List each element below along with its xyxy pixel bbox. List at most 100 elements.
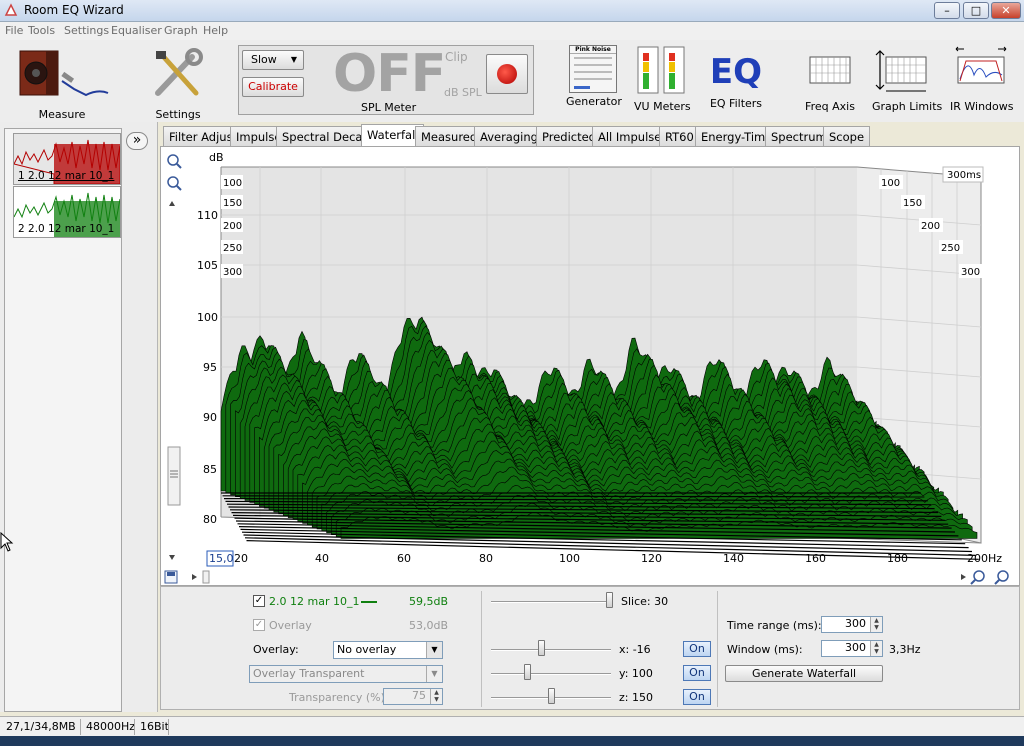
spl-meter-label: SPL Meter [361,101,417,114]
memory-status: 27,1/34,8MB [6,720,76,733]
generator-label: Generator [566,95,622,108]
menu-equaliser[interactable]: Equaliser [111,24,162,37]
horizontal-scrollbar[interactable] [164,570,1009,585]
scroll-down-icon[interactable] [169,555,175,560]
overlay-checkbox[interactable]: ✓ [253,619,265,631]
window-field[interactable]: 300 ▲ ▼ [821,640,883,657]
freq-axis-tool[interactable]: Freq Axis [804,45,856,113]
horizontal-scrollbar-thumb[interactable] [202,570,210,584]
tab-scope[interactable]: Scope [823,126,871,146]
eq-icon: EQ [709,52,763,92]
time-label-left-250: 250 [223,243,242,254]
slice-slider-thumb[interactable] [606,592,613,608]
time-range-spinner[interactable]: ▲ ▼ [870,617,882,632]
scroll-right-icon[interactable] [961,574,966,580]
time-label-right-150: 150 [903,198,922,209]
maximize-button[interactable]: □ [963,2,989,19]
slice-slider[interactable] [491,601,611,603]
y-tick-90: 90 [203,411,217,424]
tab-rt60[interactable]: RT60 [659,126,700,146]
y-tick-80: 80 [203,513,217,526]
transparency-value: 75 [412,689,426,702]
settings-tool[interactable]: Settings [148,45,208,121]
window-resolution: 3,3Hz [889,643,921,656]
ir-windows-tool[interactable]: IR Windows [950,45,1014,113]
zoom-in-horizontal-icon[interactable] [997,570,1009,582]
measurement-item-2[interactable]: 2 2.0 12 mar 10_1 [13,186,121,238]
menu-settings[interactable]: Settings [64,24,109,37]
menu-graph[interactable]: Graph [164,24,198,37]
waterfall-controls: ✓ 2.0 12 mar 10_1 59,5dB ✓ Overlay 53,0d… [160,586,1020,710]
sample-rate-status: 48000Hz [86,720,136,733]
status-divider [134,719,135,735]
y-tick-95: 95 [203,361,217,374]
measure-label: Measure [38,108,86,121]
zoom-in-vertical-icon[interactable] [167,154,179,166]
x-slider-thumb[interactable] [538,640,545,656]
waterfall-graph[interactable]: dB 110 105 100 95 90 85 80 100 150 200 2… [161,147,1021,587]
menu-help[interactable]: Help [203,24,228,37]
measure-tool[interactable]: Measure [14,45,110,121]
y-tick-110: 110 [197,209,218,222]
zoom-out-horizontal-icon[interactable] [973,570,985,582]
z-on-button[interactable]: On [683,689,711,705]
overlay-mode-select[interactable]: Overlay Transparent ▼ [249,665,443,683]
tab-measured[interactable]: Measured [415,126,484,146]
time-label-right-200: 200 [921,221,940,232]
spl-meter-panel: Slow ▼ Calibrate OFF Clip dB SPL SPL Met… [238,44,534,115]
close-button[interactable]: ✕ [991,2,1021,19]
x-tick-40: 40 [315,552,329,565]
generator-tool[interactable]: Pink Noise Generator [566,45,622,108]
measurement-checkbox[interactable]: ✓ [253,595,265,607]
menu-tools[interactable]: Tools [28,24,55,37]
x-tick-160: 160 [805,552,826,565]
overlay-select[interactable]: No overlay ▼ [333,641,443,659]
z-slider-thumb[interactable] [548,688,555,704]
time-label-left-150: 150 [223,198,242,209]
status-bar: 27,1/34,8MB 48000Hz 16Bit [0,716,1024,736]
x-tick-140: 140 [723,552,744,565]
status-divider [80,719,81,735]
time-label-left-100: 100 [223,178,242,189]
expand-panel-button[interactable]: » [126,132,148,150]
transparency-spinner[interactable]: ▲ ▼ [430,689,442,704]
tab-averaging[interactable]: Averaging [474,126,544,146]
vu-meters-tool[interactable]: VU Meters [634,45,691,113]
title-bar: Room EQ Wizard – □ ✕ [0,0,1024,22]
x-start-field[interactable]: 15,0 [209,552,234,565]
freq-axis-label: Freq Axis [805,100,855,113]
z-label: z: 150 [619,691,653,704]
overlay-label: Overlay [269,619,312,632]
eq-filters-label: EQ Filters [709,97,763,110]
vu-meters-label: VU Meters [634,100,691,113]
taskbar [0,736,1024,746]
window-spinner[interactable]: ▲ ▼ [870,641,882,656]
calibrate-button[interactable]: Calibrate [242,77,304,97]
graph-limits-tool[interactable]: Graph Limits [872,45,942,113]
x-slider[interactable] [491,649,611,651]
transparency-field[interactable]: 75 ▲ ▼ [383,688,443,705]
divider-1 [481,591,482,707]
scroll-left-icon[interactable] [192,574,197,580]
menu-file[interactable]: File [5,24,23,37]
minimize-button[interactable]: – [934,2,960,19]
vertical-scrollbar-thumb[interactable] [167,446,181,506]
x-tick-200hz: 200Hz [967,552,1002,565]
y-slider[interactable] [491,673,611,675]
measurement-item-1[interactable]: 1 2.0 12 mar 10_1 [13,133,121,185]
record-button[interactable] [486,54,528,94]
y-on-button[interactable]: On [683,665,711,681]
x-on-button[interactable]: On [683,641,711,657]
eq-filters-tool[interactable]: EQ EQ Filters [706,45,766,110]
generate-waterfall-button[interactable]: Generate Waterfall [725,665,883,682]
speed-dropdown[interactable]: Slow ▼ [242,50,304,70]
overlay-level: 53,0dB [409,619,449,632]
y-label: y: 100 [619,667,653,680]
spl-readout: OFF [333,44,446,104]
x-label: x: -16 [619,643,651,656]
scroll-up-icon[interactable] [169,201,175,206]
zoom-out-vertical-icon[interactable] [167,176,179,188]
clip-indicator: Clip [445,50,468,64]
time-range-field[interactable]: 300 ▲ ▼ [821,616,883,633]
y-slider-thumb[interactable] [524,664,531,680]
